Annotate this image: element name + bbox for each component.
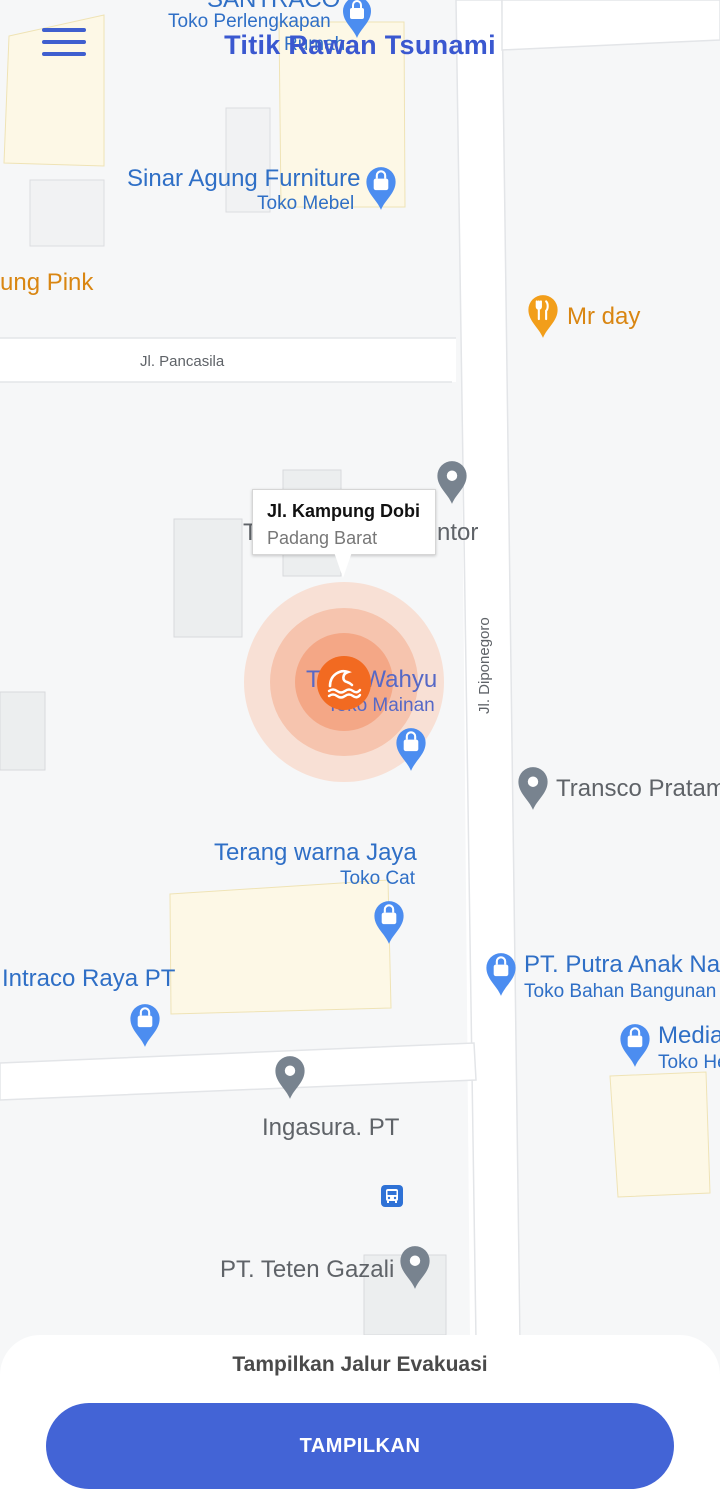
place-intraco-name[interactable]: Intraco Raya PT	[2, 967, 175, 991]
place-toko-suffix: ntor	[437, 519, 479, 546]
shopping-bag-pin-icon[interactable]	[484, 950, 518, 998]
tsunami-wave-icon[interactable]	[316, 655, 372, 711]
bus-stop-icon[interactable]	[380, 1184, 404, 1208]
shopping-bag-pin-icon[interactable]	[394, 725, 428, 773]
location-pin-icon[interactable]	[273, 1053, 307, 1101]
shopping-bag-pin-icon[interactable]	[128, 1001, 162, 1049]
location-pin-icon[interactable]	[516, 764, 550, 812]
place-sinar-agung-type: Toko Mebel	[257, 193, 355, 214]
location-pin-icon[interactable]	[398, 1243, 432, 1291]
map-view[interactable]: Jl. Pancasila Jl. Diponegoro SANTRACO To…	[0, 0, 720, 1503]
shopping-bag-pin-icon[interactable]	[372, 898, 406, 946]
shopping-bag-pin-icon[interactable]	[618, 1021, 652, 1069]
place-putra-name[interactable]: PT. Putra Anak Nag	[524, 953, 720, 977]
popup-title: Jl. Kampung Dobi	[267, 501, 420, 521]
place-santraco-type: Toko Perlengkapan	[168, 11, 331, 32]
place-teten-name[interactable]: PT. Teten Gazali	[220, 1258, 394, 1282]
shopping-bag-pin-icon[interactable]	[364, 164, 398, 212]
place-terang-type: Toko Cat	[340, 868, 415, 889]
place-media-type: Toko He	[658, 1052, 720, 1073]
place-ingasura-name[interactable]: Ingasura. PT	[262, 1116, 399, 1140]
sheet-title: Tampilkan Jalur Evakuasi	[232, 1353, 488, 1376]
page-title: Titik Rawan Tsunami	[224, 30, 496, 60]
show-evacuation-route-button[interactable]: TAMPILKAN	[46, 1403, 674, 1489]
location-info-popup[interactable]: Jl. Kampung Dobi Padang Barat	[252, 489, 436, 555]
restaurant-pin-icon[interactable]	[526, 292, 560, 340]
place-terang-name[interactable]: Terang warna Jaya	[214, 841, 417, 865]
popup-subtitle: Padang Barat	[267, 528, 378, 548]
popup-tail	[334, 552, 352, 578]
street-label-pancasila: Jl. Pancasila	[140, 353, 225, 370]
place-sinar-agung-name[interactable]: Sinar Agung Furniture	[127, 167, 360, 191]
street-label-diponegoro: Jl. Diponegoro	[476, 617, 493, 714]
place-putra-type: Toko Bahan Bangunan	[524, 981, 717, 1002]
place-media-name[interactable]: Media	[658, 1024, 720, 1048]
place-pink-name[interactable]: ung Pink	[0, 271, 93, 295]
place-transco-name[interactable]: Transco Pratam	[556, 777, 720, 801]
place-mr-day-name[interactable]: Mr day	[567, 305, 640, 329]
location-pin-icon[interactable]	[435, 458, 469, 506]
